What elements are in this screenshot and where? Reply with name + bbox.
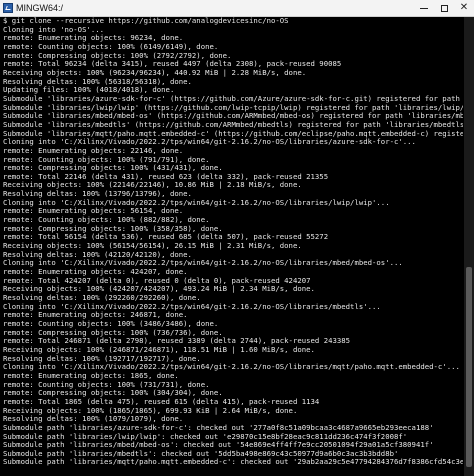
scrollbar-thumb[interactable]	[466, 267, 472, 467]
output-line: Receiving objects: 100% (246871/246871),…	[3, 345, 315, 354]
output-line: Receiving objects: 100% (56154/56154), 2…	[3, 242, 302, 251]
output-line: Cloning into 'no-OS'...	[3, 25, 105, 34]
output-line: Submodule 'libraries/lwip/lwip' (https:/…	[3, 103, 463, 112]
output-line: remote: Total 22146 (delta 431), reused …	[3, 172, 329, 181]
output-line: remote: Total 424207 (delta 0), reused 0…	[3, 276, 311, 285]
terminal-window: MINGW64:/ ✕ $ git clone --recursive http…	[0, 0, 474, 476]
output-line: Resolving deltas: 100% (292260/292260), …	[3, 294, 201, 302]
command-line: $ git clone --recursive https://github.c…	[3, 17, 289, 25]
output-line: remote: Counting objects: 100% (3486/348…	[3, 319, 219, 328]
maximize-button[interactable]	[434, 0, 454, 16]
output-line: remote: Enumerating objects: 96234, done…	[3, 34, 184, 43]
window-controls: ✕	[414, 0, 474, 16]
output-line: remote: Compressing objects: 100% (304/3…	[3, 389, 223, 398]
output-line: Submodule path 'libraries/azure-sdk-for-…	[3, 423, 434, 432]
output-line: Submodule path 'libraries/mbedtls': chec…	[3, 449, 399, 458]
output-line: Cloning into 'C:/Xilinx/Vivado/2022.2/tp…	[3, 363, 460, 372]
output-line: remote: Counting objects: 100% (791/791)…	[3, 155, 210, 164]
output-line: remote: Enumerating objects: 424207, don…	[3, 268, 188, 277]
output-line: remote: Compressing objects: 100% (358/3…	[3, 224, 223, 233]
output-line: remote: Counting objects: 100% (731/731)…	[3, 380, 210, 389]
output-line: remote: Enumerating objects: 22146, done…	[3, 146, 184, 155]
output-line: Cloning into 'C:/Xilinx/Vivado/2022.2/tp…	[3, 138, 416, 147]
output-line: Submodule path 'libraries/mqtt/paho.mqtt…	[3, 458, 463, 467]
output-line: remote: Total 56154 (delta 536), reused …	[3, 233, 329, 242]
output-line: remote: Total 1865 (delta 475), reused 6…	[3, 397, 320, 406]
output-line: Resolving deltas: 100% (56318/56318), do…	[3, 77, 192, 86]
output-line: Submodule 'libraries/mbed/mbed-os' (http…	[3, 112, 463, 121]
close-icon: ✕	[459, 2, 469, 13]
output-line: Submodule 'libraries/mqtt/paho.mqtt.embe…	[3, 129, 463, 138]
output-line: Submodule path 'libraries/lwip/lwip': ch…	[3, 432, 408, 441]
mingw-terminal-icon	[3, 3, 13, 13]
output-line: remote: Compressing objects: 100% (736/7…	[3, 328, 223, 337]
output-line: Updating files: 100% (4018/4018), done.	[3, 86, 175, 95]
output-line: Receiving objects: 100% (96234/96234), 4…	[3, 68, 307, 77]
output-line: remote: Enumerating objects: 56154, done…	[3, 207, 184, 216]
output-line: Cloning into 'C:/Xilinx/Vivado/2022.2/tp…	[3, 198, 390, 207]
output-line: remote: Counting objects: 100% (882/882)…	[3, 216, 210, 225]
minimize-button[interactable]	[414, 0, 434, 16]
window-title: MINGW64:/	[16, 3, 64, 13]
output-line: Resolving deltas: 100% (1079/1079), done…	[3, 415, 184, 424]
output-line: remote: Counting objects: 100% (6149/614…	[3, 42, 219, 51]
output-line: Receiving objects: 100% (424207/424207),…	[3, 285, 315, 294]
output-line: remote: Enumerating objects: 1865, done.	[3, 371, 179, 380]
output-line: Resolving deltas: 100% (192717/192717), …	[3, 354, 201, 363]
vertical-scrollbar[interactable]	[464, 17, 474, 476]
output-line: remote: Enumerating objects: 246871, don…	[3, 311, 188, 320]
output-line: remote: Compressing objects: 100% (2792/…	[3, 51, 232, 60]
output-line: Resolving deltas: 100% (42120/42120), do…	[3, 250, 192, 259]
output-line: Submodule path 'libraries/mbed/mbed-os':…	[3, 441, 434, 450]
output-line: Cloning into 'C:/Xilinx/Vivado/2022.2/tp…	[3, 259, 403, 268]
terminal-output[interactable]: $ git clone --recursive https://github.c…	[3, 17, 463, 476]
output-line: Submodule 'libraries/mbedtls' (https://g…	[3, 120, 463, 129]
output-line: Resolving deltas: 100% (13796/13796), do…	[3, 190, 192, 199]
close-button[interactable]: ✕	[454, 0, 474, 16]
output-line: remote: Total 246871 (delta 2798), reuse…	[3, 337, 351, 346]
output-line: remote: Total 96234 (delta 3415), reused…	[3, 60, 342, 69]
output-line: remote: Compressing objects: 100% (431/4…	[3, 164, 223, 173]
output-line: Cloning into 'C:/Xilinx/Vivado/2022.2/tp…	[3, 302, 381, 311]
output-line: Submodule 'libraries/azure-sdk-for-c' (h…	[3, 94, 460, 103]
output-line: Receiving objects: 100% (22146/22146), 1…	[3, 181, 302, 190]
title-bar[interactable]: MINGW64:/ ✕	[0, 0, 474, 17]
output-line: Receiving objects: 100% (1865/1865), 699…	[3, 406, 298, 415]
